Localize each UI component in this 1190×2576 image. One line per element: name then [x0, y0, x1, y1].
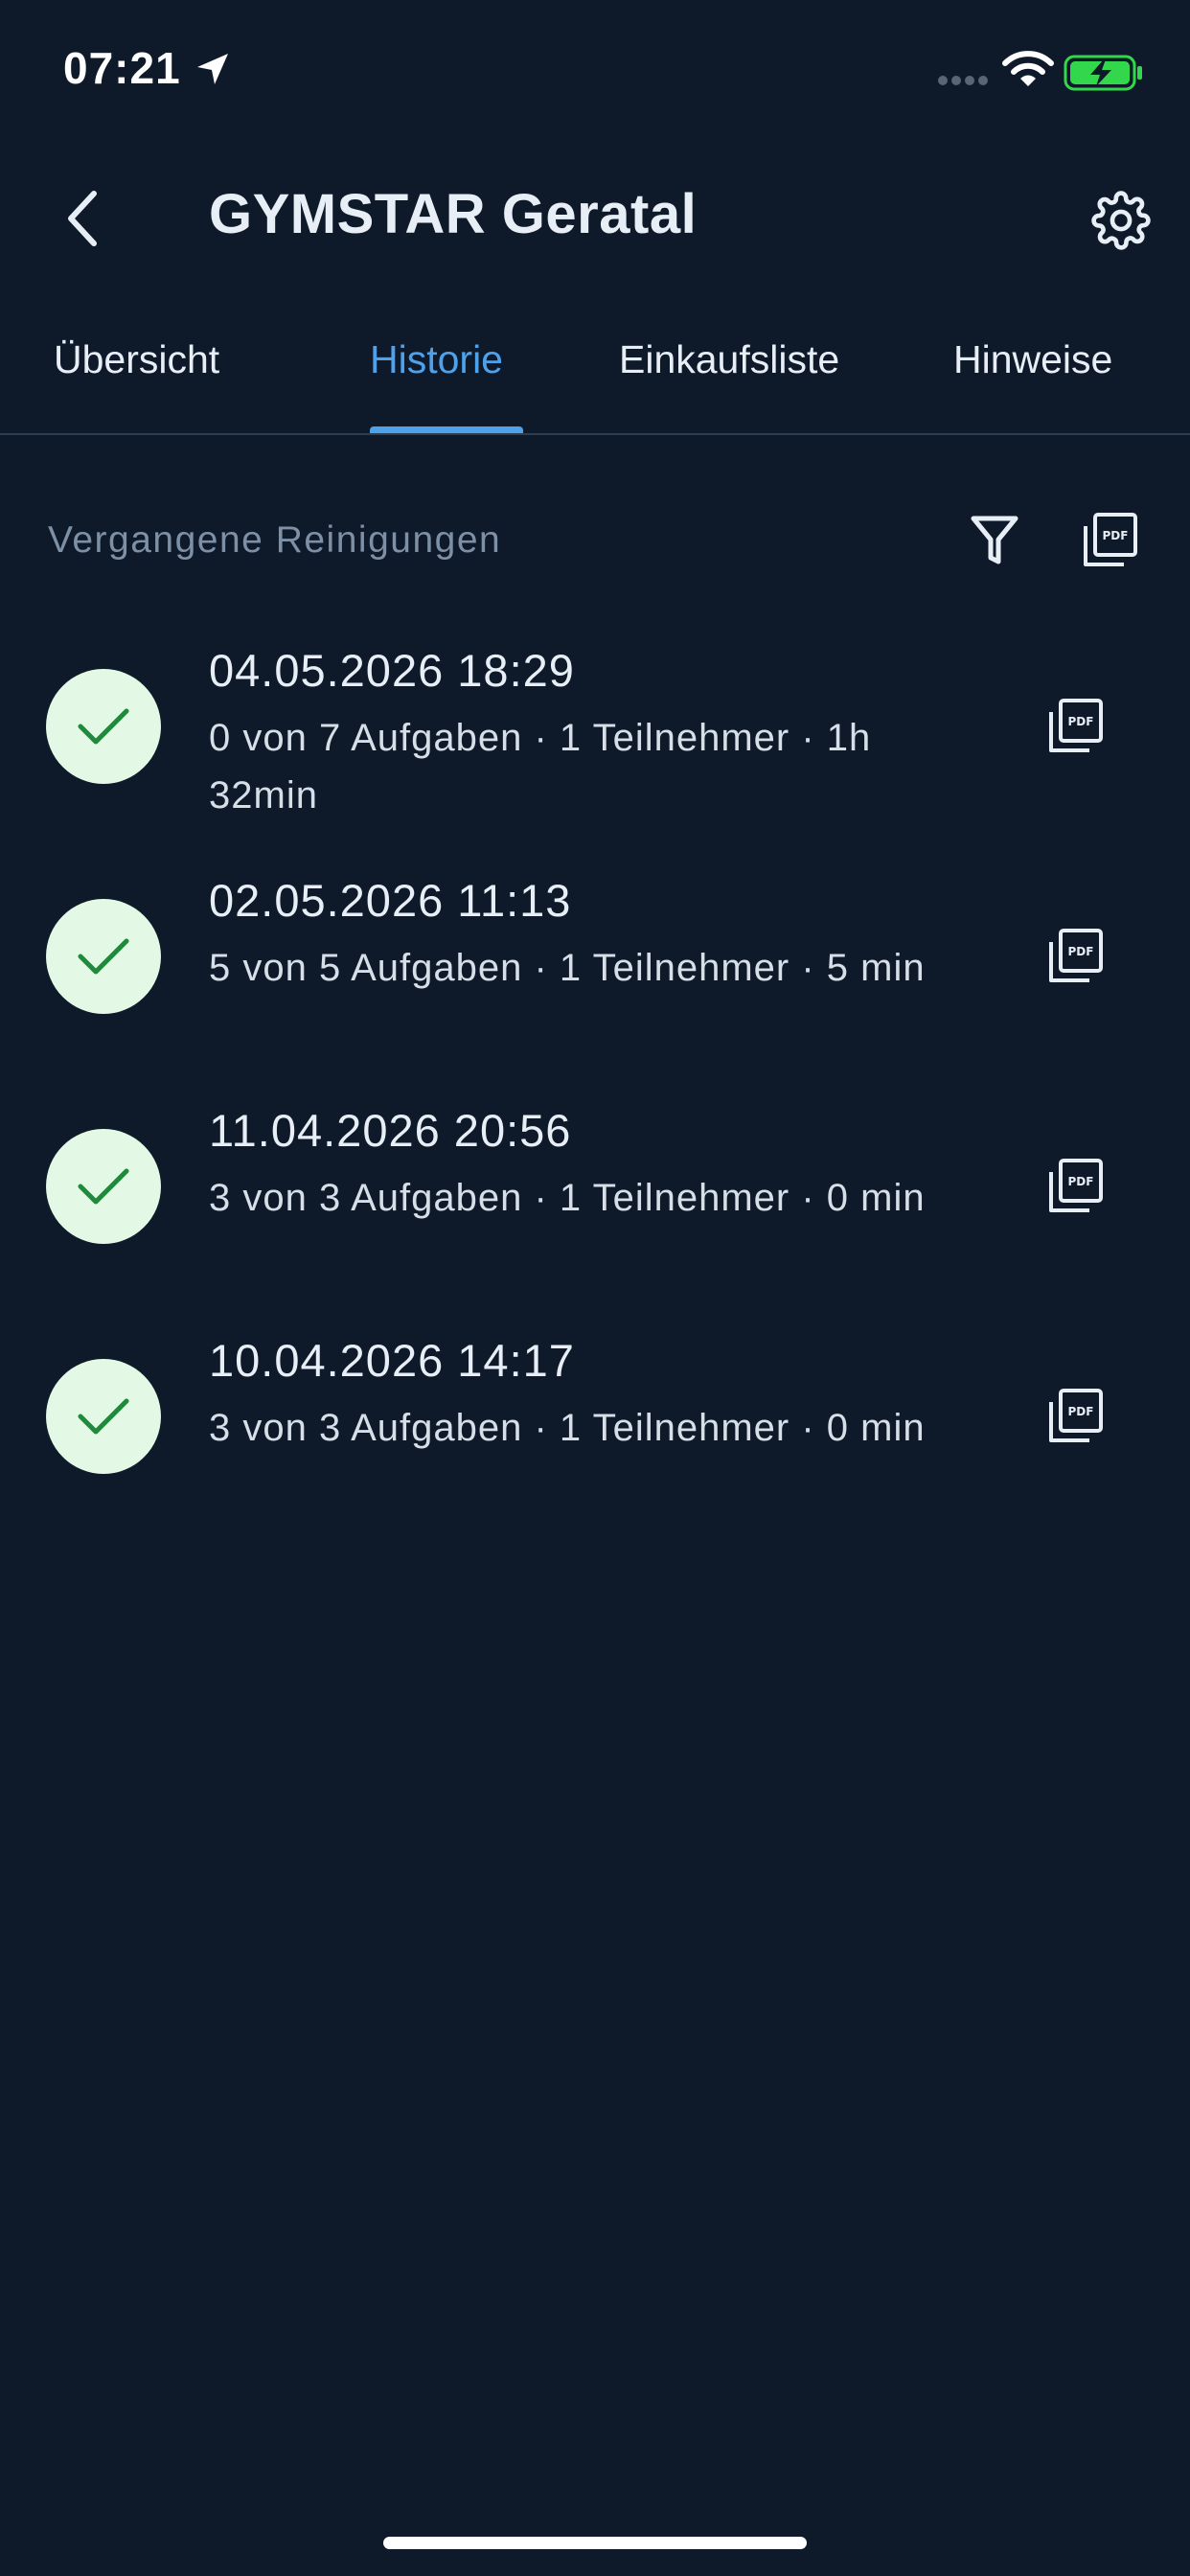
history-item-date: 11.04.2026 20:56: [209, 1105, 572, 1156]
tab-overview[interactable]: Übersicht: [54, 337, 219, 382]
history-item-date: 10.04.2026 14:17: [209, 1335, 575, 1386]
back-button[interactable]: [54, 180, 111, 257]
checkmark-icon: [78, 708, 129, 745]
checkmark-icon: [78, 1398, 129, 1435]
history-item-pdf-button[interactable]: PDF: [1041, 1382, 1110, 1451]
svg-text:PDF: PDF: [1068, 715, 1094, 728]
history-item-date: 02.05.2026 11:13: [209, 875, 572, 926]
history-item-details: 5 von 5 Aufgaben · 1 Teilnehmer · 5 min: [209, 947, 926, 989]
completed-status-badge: [46, 1359, 161, 1474]
completed-status-badge: [46, 1129, 161, 1244]
checkmark-icon: [78, 938, 129, 975]
pdf-icon: PDF: [1084, 513, 1137, 566]
export-pdf-button[interactable]: PDF: [1075, 506, 1144, 575]
history-item-pdf-button[interactable]: PDF: [1041, 692, 1110, 761]
status-time: 07:21: [63, 43, 181, 93]
history-item-details: 0 von 7 Aufgaben · 1 Teilnehmer · 1h 32m…: [209, 717, 872, 816]
history-item[interactable]: 11.04.2026 20:56 3 von 3 Aufgaben · 1 Te…: [0, 1104, 1190, 1334]
cellular-signal-icon: [938, 76, 988, 85]
chevron-left-icon: [68, 191, 97, 246]
checkmark-icon: [78, 1168, 129, 1205]
home-indicator: [383, 2537, 807, 2549]
filter-button[interactable]: [964, 510, 1025, 571]
section-title: Vergangene Reinigungen: [48, 519, 502, 561]
page-title: GYMSTAR Geratal: [209, 183, 698, 245]
history-item-details: 3 von 3 Aufgaben · 1 Teilnehmer · 0 min: [209, 1407, 926, 1449]
history-item-pdf-button[interactable]: PDF: [1041, 922, 1110, 991]
pdf-icon: PDF: [1049, 1159, 1103, 1212]
history-item-pdf-button[interactable]: PDF: [1041, 1152, 1110, 1221]
history-item-date: 04.05.2026 18:29: [209, 645, 575, 696]
svg-text:PDF: PDF: [1068, 1175, 1094, 1188]
pdf-icon: PDF: [1049, 929, 1103, 982]
location-arrow-icon: [197, 54, 228, 84]
completed-status-badge: [46, 669, 161, 784]
history-item[interactable]: 04.05.2026 18:29 0 von 7 Aufgaben · 1 Te…: [0, 644, 1190, 874]
battery-charging-icon: [1064, 55, 1142, 91]
tab-divider: [0, 433, 1190, 435]
filter-icon: [971, 516, 1018, 564]
svg-text:PDF: PDF: [1068, 945, 1094, 958]
settings-button[interactable]: [1087, 186, 1156, 255]
wifi-icon: [1002, 51, 1054, 86]
svg-text:PDF: PDF: [1103, 529, 1129, 542]
history-item[interactable]: 02.05.2026 11:13 5 von 5 Aufgaben · 1 Te…: [0, 874, 1190, 1104]
history-item[interactable]: 10.04.2026 14:17 3 von 3 Aufgaben · 1 Te…: [0, 1334, 1190, 1564]
pdf-icon: PDF: [1049, 1389, 1103, 1442]
gear-icon: [1091, 191, 1151, 250]
svg-text:PDF: PDF: [1068, 1405, 1094, 1418]
history-item-details: 3 von 3 Aufgaben · 1 Teilnehmer · 0 min: [209, 1177, 926, 1219]
tab-shopping-list[interactable]: Einkaufsliste: [619, 337, 839, 382]
pdf-icon: PDF: [1049, 699, 1103, 752]
completed-status-badge: [46, 899, 161, 1014]
tab-history[interactable]: Historie: [370, 337, 503, 382]
tab-notes[interactable]: Hinweise: [953, 337, 1112, 382]
